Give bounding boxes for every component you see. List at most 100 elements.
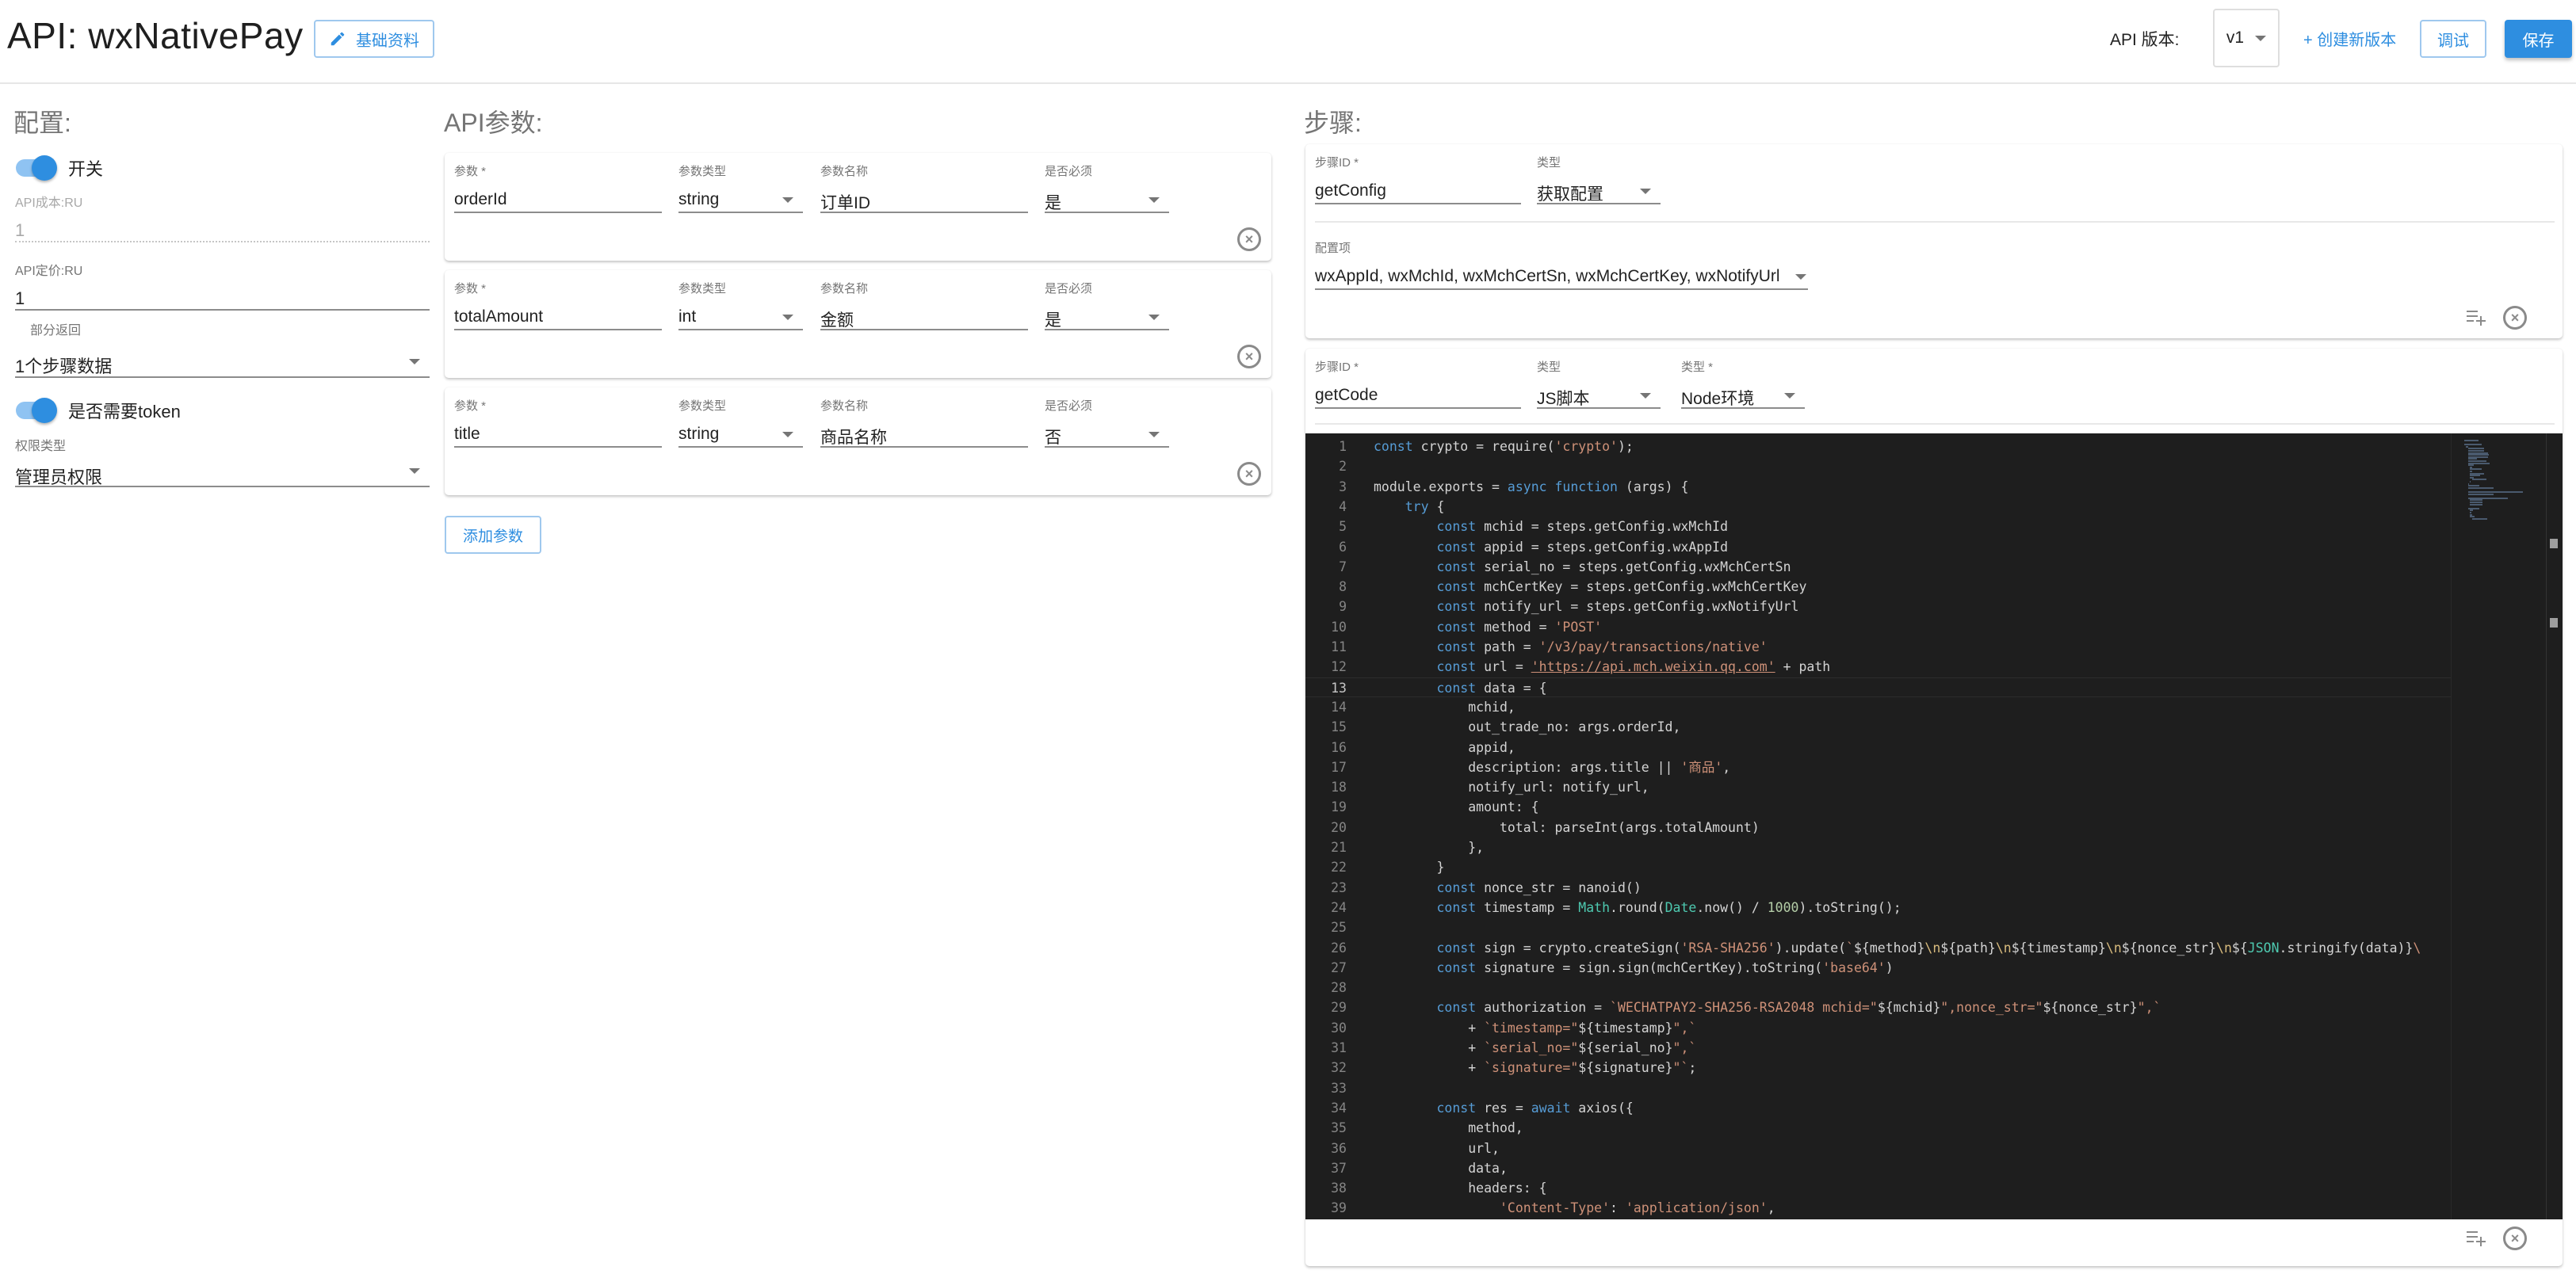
code-line[interactable]: 29 const authorization = `WECHATPAY2-SHA…: [1305, 998, 2451, 1017]
code-line[interactable]: 30 + `timestamp="${timestamp}",`: [1305, 1018, 2451, 1038]
step-type-select[interactable]: 类型 JS脚本: [1537, 358, 1661, 409]
code-line[interactable]: 4 try {: [1305, 497, 2451, 517]
param-key-input[interactable]: orderId: [454, 190, 662, 209]
code-line[interactable]: 12 const url = 'https://api.mch.weixin.q…: [1305, 657, 2451, 677]
code-line[interactable]: 31 + `serial_no="${serial_no}",`: [1305, 1038, 2451, 1058]
param-name-field[interactable]: 参数名称 金额: [820, 280, 1028, 330]
code-line[interactable]: 32 + `signature="${signature}"`;: [1305, 1058, 2451, 1078]
basic-info-button[interactable]: 基础资料: [314, 20, 434, 58]
code-text: const signature = sign.sign(mchCertKey).…: [1436, 959, 1894, 975]
add-step-below-icon[interactable]: [2466, 307, 2488, 326]
step-id-field[interactable]: 步骤ID * getCode: [1315, 358, 1521, 409]
step-type-select[interactable]: 类型 获取配置: [1537, 154, 1661, 204]
param-name-input[interactable]: 商品名称: [820, 425, 1028, 448]
line-number: 10: [1331, 619, 1347, 635]
token-switch-row: 是否需要token: [16, 398, 181, 423]
code-line[interactable]: 33: [1305, 1078, 2451, 1098]
remove-param-icon[interactable]: ×: [1237, 462, 1261, 486]
step-id-input[interactable]: getConfig: [1315, 181, 1521, 200]
env-type-select[interactable]: 类型 * Node环境: [1681, 358, 1805, 409]
code-line[interactable]: 19 amount: {: [1305, 797, 2451, 817]
code-line[interactable]: 17 description: args.title || '商品',: [1305, 757, 2451, 777]
debug-button[interactable]: 调试: [2420, 20, 2486, 58]
param-required-select[interactable]: 是否必须 是: [1045, 162, 1169, 213]
token-toggle[interactable]: [16, 398, 57, 423]
line-number: 25: [1331, 920, 1347, 936]
enable-toggle[interactable]: [16, 155, 57, 181]
config-items-select[interactable]: 配置项 wxAppId, wxMchId, wxMchCertSn, wxMch…: [1315, 239, 1808, 290]
param-key-field[interactable]: 参数 * totalAmount: [454, 280, 662, 330]
code-line[interactable]: 10 const method = 'POST': [1305, 617, 2451, 637]
code-line[interactable]: 3 module.exports = async function (args) …: [1305, 477, 2451, 497]
save-button[interactable]: 保存: [2505, 20, 2572, 58]
code-line[interactable]: 11 const path = '/v3/pay/transactions/na…: [1305, 637, 2451, 657]
code-line[interactable]: 8 const mchCertKey = steps.getConfig.wxM…: [1305, 577, 2451, 597]
param-type-label: 参数类型: [678, 282, 727, 296]
param-required-select[interactable]: 是否必须 是: [1045, 280, 1169, 330]
page-title: API: wxNativePay: [7, 15, 304, 56]
code-line[interactable]: 14 mchid,: [1305, 697, 2451, 717]
param-name-input[interactable]: 金额: [820, 307, 1028, 331]
code-line[interactable]: 37 data,: [1305, 1158, 2451, 1178]
param-name-input[interactable]: 订单ID: [820, 190, 1028, 214]
code-line[interactable]: 1 const crypto = require('crypto');: [1305, 437, 2451, 456]
code-line[interactable]: 28: [1305, 978, 2451, 998]
editor-scrollbar[interactable]: [2546, 433, 2563, 1219]
code-line[interactable]: 39 'Content-Type': 'application/json',: [1305, 1198, 2451, 1218]
api-cost-label: API成本:RU: [15, 196, 83, 210]
code-line[interactable]: 38 headers: {: [1305, 1178, 2451, 1198]
code-line[interactable]: 21 },: [1305, 837, 2451, 857]
code-text: data,: [1374, 1160, 1508, 1176]
param-key-input[interactable]: totalAmount: [454, 307, 662, 326]
code-line[interactable]: 5 const mchid = steps.getConfig.wxMchId: [1305, 517, 2451, 536]
line-number: 14: [1331, 699, 1347, 715]
code-line[interactable]: 36 url,: [1305, 1139, 2451, 1158]
code-line[interactable]: 6 const appid = steps.getConfig.wxAppId: [1305, 537, 2451, 557]
param-required-select[interactable]: 是否必须 否: [1045, 397, 1169, 448]
partial-return-select[interactable]: 部分返回 1个步骤数据: [15, 319, 430, 378]
code-line[interactable]: 22 }: [1305, 857, 2451, 877]
remove-step-icon[interactable]: ×: [2503, 1226, 2527, 1250]
version-value: v1: [2226, 29, 2245, 47]
param-key-field[interactable]: 参数 * title: [454, 397, 662, 448]
code-line[interactable]: 18 notify_url: notify_url,: [1305, 777, 2451, 797]
param-type-select[interactable]: 参数类型 string: [678, 397, 803, 448]
code-line[interactable]: 25: [1305, 917, 2451, 937]
param-key-field[interactable]: 参数 * orderId: [454, 162, 662, 213]
editor-minimap[interactable]: [2451, 433, 2546, 1219]
code-line[interactable]: 27 const signature = sign.sign(mchCertKe…: [1305, 958, 2451, 978]
permission-select[interactable]: 权限类型 管理员权限: [15, 435, 430, 487]
add-step-below-icon[interactable]: [2466, 1228, 2488, 1247]
code-line[interactable]: 13 const data = {: [1305, 677, 2451, 697]
param-name-field[interactable]: 参数名称 商品名称: [820, 397, 1028, 448]
step-id-field[interactable]: 步骤ID * getConfig: [1315, 154, 1521, 204]
create-version-link[interactable]: + 创建新版本: [2303, 27, 2396, 50]
code-line[interactable]: 16 appid,: [1305, 738, 2451, 757]
param-type-select[interactable]: 参数类型 int: [678, 280, 803, 330]
code-line[interactable]: 9 const notify_url = steps.getConfig.wxN…: [1305, 597, 2451, 616]
remove-step-icon[interactable]: ×: [2503, 306, 2527, 330]
param-type-select[interactable]: 参数类型 string: [678, 162, 803, 213]
code-line[interactable]: 34 const res = await axios({: [1305, 1098, 2451, 1118]
code-line[interactable]: 15 out_trade_no: args.orderId,: [1305, 717, 2451, 737]
remove-param-icon[interactable]: ×: [1237, 345, 1261, 368]
version-select[interactable]: v1: [2213, 9, 2280, 67]
code-editor[interactable]: 1 const crypto = require('crypto'); 2 3 modu…: [1305, 433, 2563, 1219]
code-line[interactable]: 7 const serial_no = steps.getConfig.wxMc…: [1305, 557, 2451, 577]
env-type-label: 类型 *: [1681, 361, 1714, 374]
minimap-line: [2471, 479, 2486, 481]
code-line[interactable]: 23 const nonce_str = nanoid(): [1305, 878, 2451, 898]
code-line[interactable]: 26 const sign = crypto.createSign('RSA-S…: [1305, 938, 2451, 958]
code-line[interactable]: 2: [1305, 456, 2451, 476]
api-price-input[interactable]: 1: [15, 288, 430, 309]
param-key-label: 参数 *: [454, 399, 487, 413]
remove-param-icon[interactable]: ×: [1237, 227, 1261, 251]
param-name-field[interactable]: 参数名称 订单ID: [820, 162, 1028, 213]
param-key-input[interactable]: title: [454, 425, 662, 444]
code-line[interactable]: 24 const timestamp = Math.round(Date.now…: [1305, 898, 2451, 917]
code-line[interactable]: 35 method,: [1305, 1118, 2451, 1138]
add-param-button[interactable]: 添加参数: [445, 516, 541, 554]
step-id-input[interactable]: getCode: [1315, 386, 1521, 405]
api-price-field[interactable]: API定价:RU 1: [15, 260, 430, 311]
code-line[interactable]: 20 total: parseInt(args.totalAmount): [1305, 818, 2451, 837]
